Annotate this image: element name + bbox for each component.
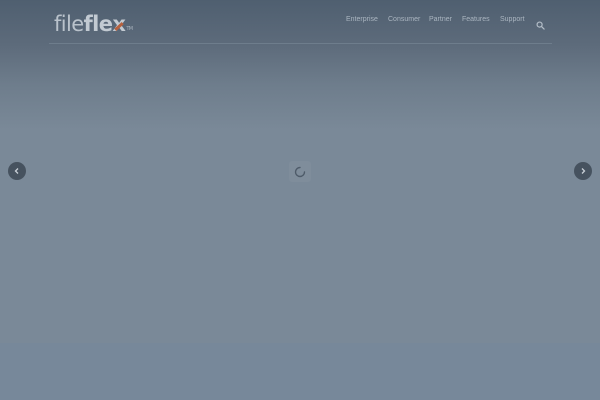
spinner-icon xyxy=(294,166,306,177)
nav-item-support[interactable]: Support xyxy=(500,16,525,23)
slider-next-button[interactable] xyxy=(574,162,592,180)
nav-item-consumer[interactable]: Consumer xyxy=(388,16,420,23)
content-area xyxy=(0,343,600,400)
chevron-right-icon xyxy=(581,168,586,174)
search-icon[interactable] xyxy=(536,17,545,30)
nav-item-features[interactable]: Features xyxy=(462,16,490,23)
site-header: file fle x TM Enterprise Consumer Partner F… xyxy=(0,0,600,44)
header-divider xyxy=(49,43,552,44)
loading-indicator xyxy=(289,161,311,182)
nav-item-enterprise[interactable]: Enterprise xyxy=(346,16,378,23)
chevron-left-icon xyxy=(14,168,19,174)
slider-prev-button[interactable] xyxy=(8,162,26,180)
nav-item-partner[interactable]: Partner xyxy=(429,16,452,23)
main-nav: Enterprise Consumer Partner Features Sup… xyxy=(0,16,600,28)
